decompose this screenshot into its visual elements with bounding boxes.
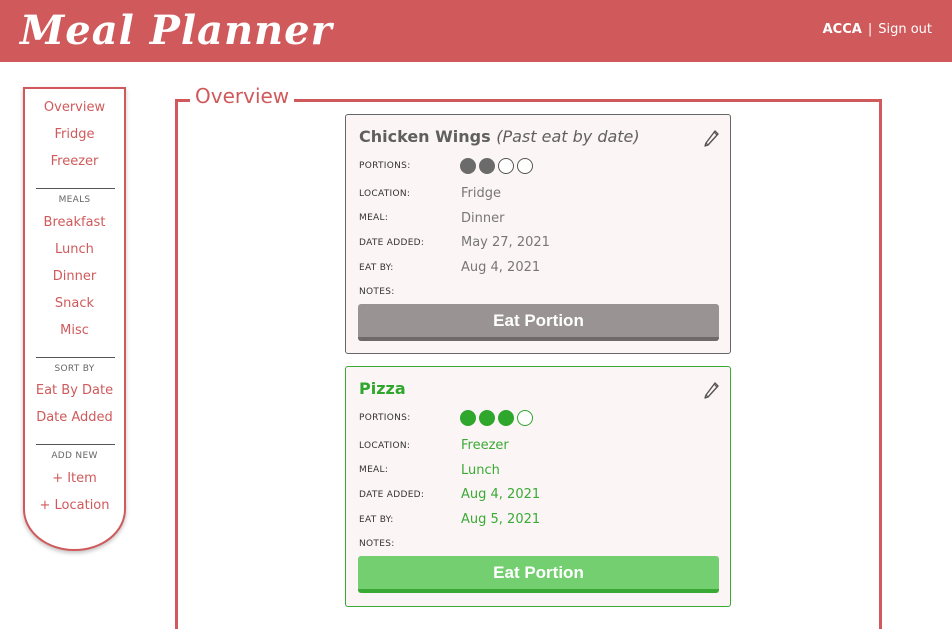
- notes-label: NOTES:: [359, 539, 395, 549]
- meal-value: Lunch: [461, 463, 500, 478]
- food-item-card: Pizza PORTIONS: LOCATION: Freezer MEAL: …: [345, 366, 731, 607]
- pencil-icon[interactable]: [702, 127, 720, 147]
- username: ACCA: [822, 22, 862, 37]
- app-logo[interactable]: Meal Planner: [20, 4, 333, 58]
- eat-by-value: Aug 4, 2021: [461, 260, 541, 275]
- sign-out-link[interactable]: Sign out: [878, 22, 932, 37]
- portions-label: PORTIONS:: [359, 413, 411, 423]
- divider: [36, 188, 115, 189]
- divider: [36, 357, 115, 358]
- date-added-value: May 27, 2021: [461, 235, 550, 250]
- portion-dots: [460, 158, 533, 174]
- meals-heading: MEALS: [58, 195, 91, 205]
- sidebar-item-fridge[interactable]: Fridge: [25, 127, 124, 142]
- item-name: Chicken Wings: [359, 127, 491, 146]
- meal-label: MEAL:: [359, 213, 389, 223]
- header-separator: |: [867, 22, 873, 37]
- date-added-value: Aug 4, 2021: [461, 487, 541, 502]
- sidebar-item-dinner[interactable]: Dinner: [25, 269, 124, 284]
- user-menu: ACCA | Sign out: [823, 22, 932, 37]
- sidebar-item-misc[interactable]: Misc: [25, 323, 124, 338]
- sort-date-added[interactable]: Date Added: [25, 410, 124, 425]
- add-location-link[interactable]: + Location: [25, 498, 124, 513]
- date-added-label: DATE ADDED:: [359, 238, 425, 248]
- portion-empty-dot: [517, 158, 533, 174]
- portion-filled-dot: [479, 158, 495, 174]
- item-warning: (Past eat by date): [496, 127, 640, 146]
- location-value: Freezer: [461, 438, 509, 453]
- portion-filled-dot: [460, 410, 476, 426]
- location-label: LOCATION:: [359, 441, 411, 451]
- portion-filled-dot: [460, 158, 476, 174]
- portion-filled-dot: [498, 410, 514, 426]
- add-item-link[interactable]: + Item: [25, 471, 124, 486]
- item-title: Pizza: [359, 379, 406, 398]
- add-new-heading: ADD NEW: [51, 451, 98, 461]
- notes-label: NOTES:: [359, 287, 395, 297]
- page-title: Overview: [190, 84, 295, 108]
- item-title: Chicken Wings (Past eat by date): [359, 127, 640, 146]
- meal-label: MEAL:: [359, 465, 389, 475]
- date-added-label: DATE ADDED:: [359, 490, 425, 500]
- sidebar-item-overview[interactable]: Overview: [25, 100, 124, 115]
- sidebar-item-breakfast[interactable]: Breakfast: [25, 215, 124, 230]
- sidebar-item-lunch[interactable]: Lunch: [25, 242, 124, 257]
- sidebar-nav: Overview Fridge Freezer MEALS Breakfast …: [23, 87, 126, 551]
- eat-by-label: EAT BY:: [359, 515, 394, 525]
- eat-by-label: EAT BY:: [359, 263, 394, 273]
- portions-label: PORTIONS:: [359, 161, 411, 171]
- item-name: Pizza: [359, 379, 406, 398]
- divider: [36, 444, 115, 445]
- eat-portion-button[interactable]: Eat Portion: [358, 304, 719, 341]
- app-header: Meal Planner ACCA | Sign out: [0, 0, 952, 62]
- sort-eat-by-date[interactable]: Eat By Date: [25, 383, 124, 398]
- portion-empty-dot: [517, 410, 533, 426]
- sort-heading: SORT BY: [54, 364, 95, 374]
- portion-filled-dot: [479, 410, 495, 426]
- pencil-icon[interactable]: [702, 379, 720, 399]
- location-label: LOCATION:: [359, 189, 411, 199]
- location-value: Fridge: [461, 186, 501, 201]
- portion-empty-dot: [498, 158, 514, 174]
- eat-portion-button[interactable]: Eat Portion: [358, 556, 719, 593]
- sidebar-item-snack[interactable]: Snack: [25, 296, 124, 311]
- food-item-card: Chicken Wings (Past eat by date) PORTION…: [345, 114, 731, 354]
- eat-by-value: Aug 5, 2021: [461, 512, 541, 527]
- sidebar-item-freezer[interactable]: Freezer: [25, 154, 124, 169]
- portion-dots: [460, 410, 533, 426]
- meal-value: Dinner: [461, 211, 505, 226]
